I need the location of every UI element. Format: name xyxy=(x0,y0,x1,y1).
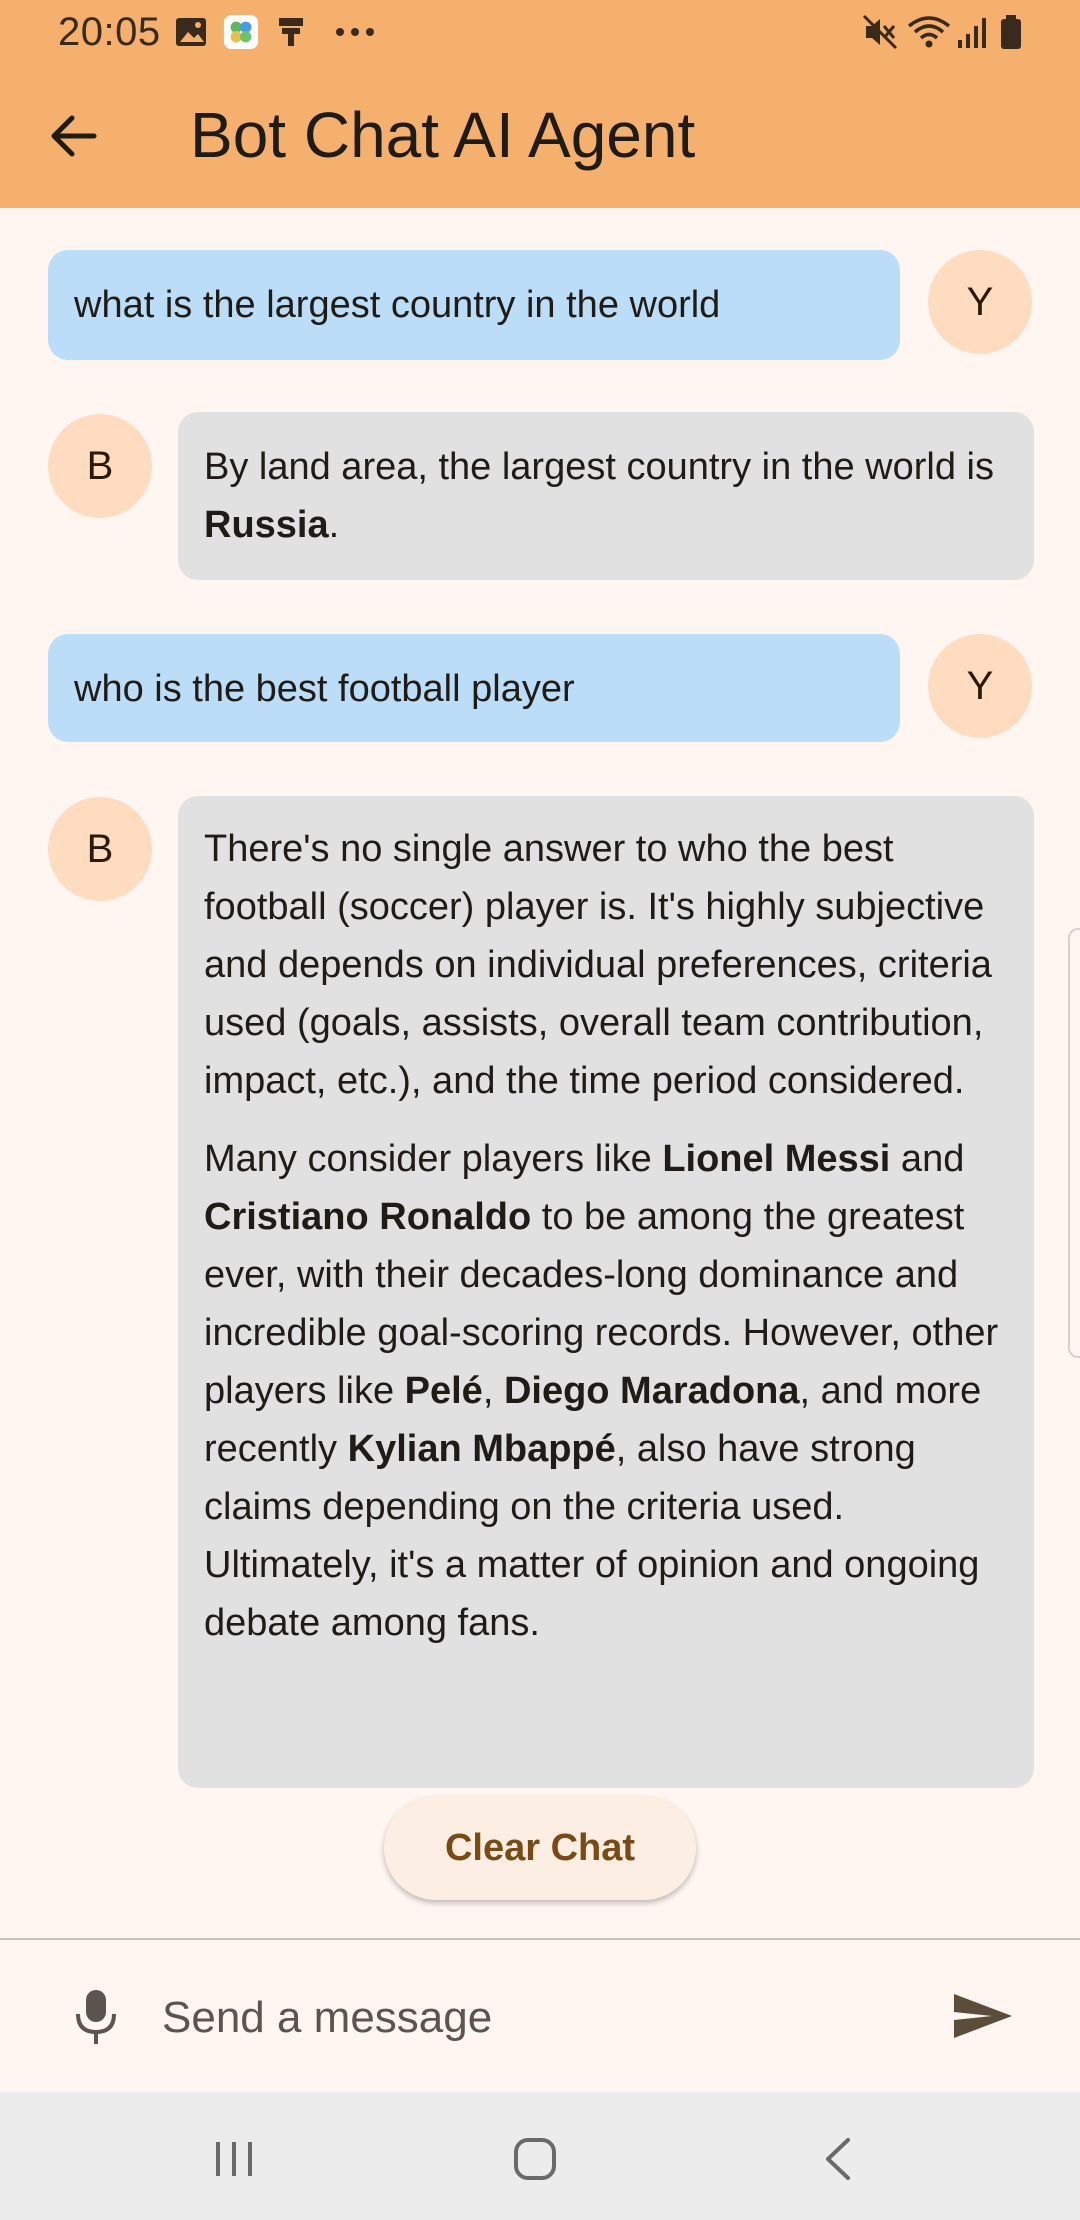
message-paragraph: There's no single answer to who the best… xyxy=(204,828,992,1102)
message-input[interactable] xyxy=(160,1984,924,2052)
user-message-bubble: who is the best football player xyxy=(48,634,900,742)
send-icon[interactable] xyxy=(952,1990,1014,2042)
scroll-handle[interactable] xyxy=(1068,928,1080,1358)
home-icon[interactable] xyxy=(512,2136,558,2182)
bot-message-bubble: There's no single answer to who the best… xyxy=(178,796,1034,1788)
message-paragraph: By land area, the largest country in the… xyxy=(204,446,994,546)
photos-icon xyxy=(223,14,259,50)
bot-message-text: There's no single answer to who the best… xyxy=(204,820,1008,1652)
app-header: 20:05 Bot Chat AI Agent xyxy=(0,0,1080,208)
mic-icon[interactable] xyxy=(72,1986,120,2046)
clear-chat-button[interactable]: Clear Chat xyxy=(384,1796,696,1900)
message-text: who is the best football player xyxy=(74,668,575,710)
more-dots-icon xyxy=(336,28,374,36)
image-icon xyxy=(176,18,206,46)
avatar: B xyxy=(48,797,152,901)
bot-message-bubble: By land area, the largest country in the… xyxy=(178,412,1034,580)
bot-message-text: By land area, the largest country in the… xyxy=(204,438,1008,554)
notification-icon xyxy=(279,18,303,46)
mute-icon xyxy=(862,14,898,50)
signal-icon xyxy=(958,18,986,48)
wifi-icon xyxy=(907,16,951,48)
back-arrow-icon[interactable] xyxy=(44,106,104,166)
avatar: B xyxy=(48,414,152,518)
user-message-bubble: what is the largest country in the world xyxy=(48,250,900,360)
avatar: Y xyxy=(928,634,1032,738)
back-icon[interactable] xyxy=(820,2136,856,2182)
avatar: Y xyxy=(928,250,1032,354)
message-text: what is the largest country in the world xyxy=(74,284,721,326)
status-time: 20:05 xyxy=(58,10,161,54)
recent-apps-icon[interactable] xyxy=(212,2136,256,2182)
battery-icon xyxy=(1001,15,1021,49)
page-title: Bot Chat AI Agent xyxy=(190,99,696,171)
status-bar: 20:05 xyxy=(0,0,1080,64)
message-paragraph: Many consider players like Lionel Messi … xyxy=(204,1138,999,1644)
